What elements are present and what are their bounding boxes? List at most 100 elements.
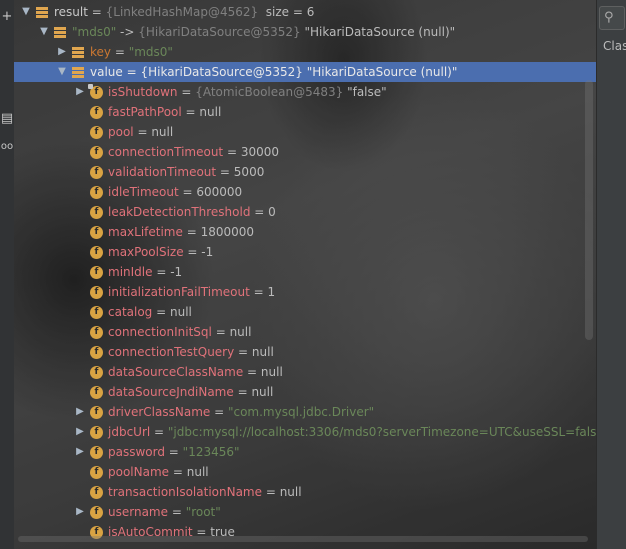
string-value: "com.mysql.jdbc.Driver" (227, 405, 375, 419)
tree-row[interactable]: f dataSourceJndiName = null (14, 382, 596, 402)
variable-value: null (186, 465, 209, 479)
horizontal-scrollbar[interactable] (18, 536, 588, 542)
separator: = (152, 265, 171, 279)
tree-row[interactable]: f connectionInitSql = null (14, 322, 596, 342)
variable-value: null (229, 325, 252, 339)
object-icon (72, 66, 84, 78)
field-icon: f (90, 145, 103, 159)
variable-name: dataSourceJndiName (108, 385, 234, 399)
field-icon: f (90, 105, 103, 119)
glasses-icon[interactable]: oo (0, 140, 14, 154)
tree-row[interactable]: f fastPathPool = null (14, 102, 596, 122)
field-icon: f (90, 385, 103, 399)
tree-row[interactable]: f maxPoolSize = -1 (14, 242, 596, 262)
tree-row[interactable]: ▶ f jdbcUrl = "jdbc:mysql://localhost:3306… (14, 422, 596, 442)
field-icon: f (90, 405, 103, 419)
tree-row[interactable]: f maxLifetime = 1800000 (14, 222, 596, 242)
variable-value: null (170, 305, 192, 319)
expand-arrow-icon[interactable]: ▶ (56, 42, 68, 62)
expand-arrow-icon[interactable]: ▶ (74, 402, 86, 422)
tree-row[interactable]: f minIdle = -1 (14, 262, 596, 282)
collapse-arrow-icon[interactable]: ▼ (56, 62, 68, 82)
field-icon: f (90, 425, 103, 439)
tree-row[interactable]: f connectionTimeout = 30000 (14, 142, 596, 162)
variable-name: validationTimeout (108, 165, 217, 179)
separator: = (234, 345, 252, 359)
separator: = (150, 425, 168, 439)
tree-row[interactable]: ▶ f password = "123456" (14, 442, 596, 462)
variable-value: 5000 (233, 165, 265, 179)
plus-icon[interactable]: + (0, 10, 14, 24)
variable-value: 0 (268, 205, 276, 219)
separator: = (177, 85, 196, 99)
expand-arrow-icon[interactable]: ▶ (74, 502, 86, 522)
variable-name: connectionInitSql (108, 325, 212, 339)
tree-row[interactable]: f validationTimeout = 5000 (14, 162, 596, 182)
variable-name: initializationFailTimeout (108, 285, 250, 299)
tree-row[interactable]: ▶ f driverClassName = "com.mysql.jdbc.Driv… (14, 402, 596, 422)
variable-name: value (90, 65, 123, 79)
variable-value: null (151, 125, 174, 139)
field-icon: f (90, 225, 103, 239)
separator: = (181, 105, 200, 119)
field-icon: f (90, 305, 103, 319)
variable-value: null (260, 365, 283, 379)
separator: = (210, 405, 228, 419)
field-icon: f (90, 205, 103, 219)
separator: = (164, 445, 183, 459)
separator: = (243, 365, 261, 379)
expand-arrow-icon[interactable]: ▶ (74, 442, 86, 462)
tree-row[interactable]: ▼ result = {LinkedHashMap@4562} size = 6 (14, 2, 596, 22)
expand-arrow-icon[interactable]: ▶ (74, 422, 86, 442)
tree-row[interactable]: ▶ f isShutdown = {AtomicBoolean@5483} "fal… (14, 82, 596, 102)
variable-value: null (279, 485, 302, 499)
variable-name: password (108, 445, 165, 459)
variable-name: jdbcUrl (108, 425, 151, 439)
tree-row[interactable]: f catalog = null (14, 302, 596, 322)
variable-value: size = 6 (258, 5, 315, 19)
field-icon: f (90, 325, 103, 339)
tree-row[interactable]: ▶ key = "mds0" (14, 42, 596, 62)
field-icon: f (90, 485, 103, 499)
filter-icon[interactable]: ▤ (0, 112, 14, 126)
collapse-arrow-icon[interactable]: ▼ (20, 2, 32, 22)
right-panel: ⚲ Clas (596, 0, 626, 549)
separator: = (182, 225, 201, 239)
field-icon: f (90, 345, 103, 359)
string-value: "root" (185, 505, 221, 519)
expand-arrow-icon[interactable]: ▶ (74, 82, 86, 102)
tree-row[interactable]: f initializationFailTimeout = 1 (14, 282, 596, 302)
variable-value: null (251, 385, 274, 399)
tree-row[interactable]: ▼ value = {HikariDataSource@5352} "Hikari… (14, 62, 596, 82)
object-reference: {HikariDataSource@5352} (138, 25, 301, 39)
tree-row[interactable]: f transactionIsolationName = null (14, 482, 596, 502)
tree-row[interactable]: f pool = null (14, 122, 596, 142)
object-icon (72, 46, 84, 58)
variable-name: dataSourceClassName (108, 365, 244, 379)
variable-name: connectionTestQuery (108, 345, 235, 359)
string-value: "123456" (182, 445, 240, 459)
variable-value: null (199, 105, 222, 119)
object-icon (54, 26, 66, 38)
field-icon: f (90, 165, 103, 179)
separator: = (87, 5, 106, 19)
variable-name: catalog (108, 305, 153, 319)
tree-row[interactable]: f dataSourceClassName = null (14, 362, 596, 382)
separator: = (111, 45, 129, 59)
field-icon: f (90, 505, 103, 519)
separator: = (152, 305, 170, 319)
variable-name: maxPoolSize (108, 245, 184, 259)
tree-row[interactable]: f idleTimeout = 600000 (14, 182, 596, 202)
variable-value: "false" (343, 85, 387, 99)
variable-value: "HikariDataSource (null)" (300, 25, 456, 39)
search-icon[interactable]: ⚲ (599, 6, 625, 30)
tree-row[interactable]: f connectionTestQuery = null (14, 342, 596, 362)
vertical-scrollbar[interactable] (585, 80, 593, 340)
tree-row[interactable]: f leakDetectionThreshold = 0 (14, 202, 596, 222)
tree-row[interactable]: f poolName = null (14, 462, 596, 482)
separator: = (122, 65, 141, 79)
tree-row[interactable]: ▼ "mds0" -> {HikariDataSource@5352} "Hika… (14, 22, 596, 42)
tree-row[interactable]: ▶ f username = "root" (14, 502, 596, 522)
variable-value: 600000 (196, 185, 243, 199)
collapse-arrow-icon[interactable]: ▼ (38, 22, 50, 42)
